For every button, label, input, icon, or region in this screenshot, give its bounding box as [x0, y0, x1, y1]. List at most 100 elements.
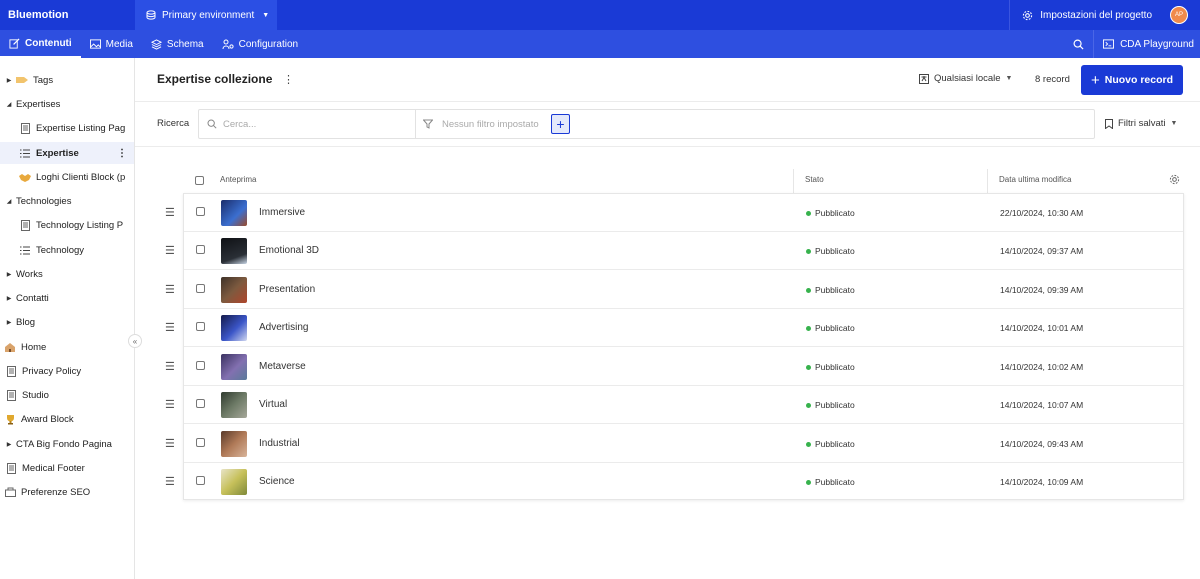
new-record-label: Nuovo record	[1104, 74, 1174, 86]
filter-input[interactable]: Nessun filtro impostato	[442, 119, 539, 130]
preview-thumbnail	[221, 200, 247, 226]
drag-handle-icon[interactable]: ☰	[165, 437, 175, 450]
sidebar-item-works[interactable]: ▶ Works	[0, 263, 134, 285]
status-badge: Pubblicato	[806, 400, 855, 410]
translate-icon	[919, 73, 929, 84]
image-icon	[89, 39, 101, 49]
select-all-checkbox[interactable]	[195, 176, 204, 185]
tab-schema[interactable]: Schema	[142, 30, 213, 58]
table-row[interactable]: ☰ Science Pubblicato 14/10/2024, 10:09 A…	[165, 463, 1183, 501]
modified-date: 14/10/2024, 10:01 AM	[1000, 323, 1084, 333]
sidebar-item-medical-footer[interactable]: Medical Footer	[0, 457, 134, 479]
sidebar-item-label: Award Block	[21, 413, 74, 425]
drag-handle-icon[interactable]: ☰	[165, 206, 175, 219]
table-row[interactable]: ☰ Virtual Pubblicato 14/10/2024, 10:07 A…	[165, 386, 1183, 424]
sidebar-item-studio[interactable]: Studio	[0, 384, 134, 406]
sidebar-item-technology[interactable]: Technology	[0, 239, 134, 261]
row-checkbox[interactable]	[196, 361, 205, 370]
drag-handle-icon[interactable]: ☰	[165, 244, 175, 257]
avatar[interactable]: AP	[1170, 6, 1188, 24]
preview-thumbnail	[221, 469, 247, 495]
drag-handle-icon[interactable]: ☰	[165, 283, 175, 296]
filter-bar: Ricerca Cerca... Nessun filtro impostato…	[135, 102, 1200, 147]
row-checkbox[interactable]	[196, 245, 205, 254]
gear-icon[interactable]	[1169, 174, 1180, 185]
search-input[interactable]: Cerca...	[223, 119, 256, 130]
more-options-icon[interactable]: ⋮	[283, 73, 294, 86]
sidebar-item-cta-big-fondo[interactable]: ▶ CTA Big Fondo Pagina	[0, 433, 134, 455]
saved-filters-button[interactable]: Filtri salvati ▼	[1105, 118, 1177, 129]
expand-arrow-icon[interactable]: ▶	[5, 319, 13, 326]
column-header-modified[interactable]: Data ultima modifica	[999, 175, 1071, 184]
tab-configuration[interactable]: Configuration	[213, 30, 307, 58]
tab-media[interactable]: Media	[81, 30, 142, 58]
column-header-status[interactable]: Stato	[805, 175, 824, 184]
table-row[interactable]: ☰ Presentation Pubblicato 14/10/2024, 09…	[165, 271, 1183, 309]
table-row[interactable]: ☰ Advertising Pubblicato 14/10/2024, 10:…	[165, 309, 1183, 347]
tab-label: Schema	[166, 38, 204, 50]
row-checkbox[interactable]	[196, 438, 205, 447]
status-badge: Pubblicato	[806, 208, 855, 218]
sidebar-item-home[interactable]: Home	[0, 336, 134, 358]
sidebar-item-tags[interactable]: ▶ Tags	[0, 69, 134, 91]
global-search-button[interactable]	[1063, 30, 1093, 58]
row-checkbox[interactable]	[196, 207, 205, 216]
table-row[interactable]: ☰ Metaverse Pubblicato 14/10/2024, 10:02…	[165, 348, 1183, 386]
brand-name[interactable]: Bluemotion	[0, 9, 135, 21]
sidebar-item-label: Technologies	[16, 195, 72, 207]
expand-arrow-icon[interactable]: ▶	[5, 271, 13, 278]
sidebar-item-expertises[interactable]: ◢ Expertises	[0, 93, 134, 115]
status-dot-icon	[806, 402, 811, 408]
sidebar-item-preferenze-seo[interactable]: Preferenze SEO	[0, 481, 134, 503]
plus-icon: +	[1090, 71, 1100, 89]
sidebar-item-technology-listing[interactable]: Technology Listing P	[0, 214, 134, 236]
table-row[interactable]: ☰ Industrial Pubblicato 14/10/2024, 09:4…	[165, 425, 1183, 463]
cda-playground-label: CDA Playground	[1120, 38, 1194, 50]
drag-handle-icon[interactable]: ☰	[165, 321, 175, 334]
project-settings-button[interactable]: Impostazioni del progetto	[1009, 0, 1164, 30]
more-options-icon[interactable]: ⋮	[117, 148, 127, 159]
row-checkbox[interactable]	[196, 476, 205, 485]
expand-arrow-icon[interactable]: ▶	[5, 441, 13, 448]
collapse-arrow-icon[interactable]: ◢	[5, 101, 13, 108]
status-badge: Pubblicato	[806, 477, 855, 487]
sidebar-item-expertise-listing[interactable]: Expertise Listing Pag	[0, 117, 134, 139]
collection-header: Expertise collezione ⋮ Qualsiasi locale …	[135, 58, 1200, 102]
sidebar-item-expertise[interactable]: Expertise ⋮	[0, 142, 134, 164]
add-filter-button[interactable]: +	[551, 114, 570, 134]
locale-selector[interactable]: Qualsiasi locale ▼	[919, 73, 1012, 84]
collapse-arrow-icon[interactable]: ◢	[5, 198, 13, 205]
expand-arrow-icon[interactable]: ▶	[5, 295, 13, 302]
new-record-button[interactable]: + Nuovo record	[1081, 65, 1183, 95]
project-settings-label: Impostazioni del progetto	[1040, 9, 1152, 21]
tab-contenuti[interactable]: Contenuti	[0, 30, 81, 58]
environment-selector[interactable]: Primary environment ▼	[135, 0, 277, 30]
sidebar-item-technologies[interactable]: ◢ Technologies	[0, 190, 134, 212]
modified-date: 14/10/2024, 10:02 AM	[1000, 362, 1084, 372]
row-checkbox[interactable]	[196, 322, 205, 331]
drag-handle-icon[interactable]: ☰	[165, 398, 175, 411]
seo-icon	[4, 486, 16, 498]
table-row[interactable]: ☰ Immersive Pubblicato 22/10/2024, 10:30…	[165, 194, 1183, 232]
drag-handle-icon[interactable]: ☰	[165, 360, 175, 373]
page-title: Expertise collezione	[157, 72, 273, 86]
plus-icon: +	[556, 116, 565, 132]
search-icon	[207, 119, 217, 129]
cda-playground-button[interactable]: CDA Playground	[1093, 30, 1200, 58]
sidebar-item-contatti[interactable]: ▶ Contatti	[0, 287, 134, 309]
sidebar-item-privacy-policy[interactable]: Privacy Policy	[0, 360, 134, 382]
drag-handle-icon[interactable]: ☰	[165, 475, 175, 488]
record-name: Virtual	[259, 399, 288, 410]
row-checkbox[interactable]	[196, 399, 205, 408]
divider	[415, 110, 416, 138]
sidebar-item-award-block[interactable]: Award Block	[0, 408, 134, 430]
expand-arrow-icon[interactable]: ▶	[5, 77, 13, 84]
tag-icon	[16, 74, 28, 86]
column-header-preview[interactable]: Anteprima	[220, 175, 256, 184]
row-checkbox[interactable]	[196, 284, 205, 293]
sidebar-item-blog[interactable]: ▶ Blog	[0, 311, 134, 333]
sidebar-item-label: CTA Big Fondo Pagina	[16, 438, 112, 450]
sidebar-item-loghi-clienti[interactable]: Loghi Clienti Block (p	[0, 166, 134, 188]
sidebar-item-label: Expertise Listing Pag	[36, 122, 126, 134]
table-row[interactable]: ☰ Emotional 3D Pubblicato 14/10/2024, 09…	[165, 232, 1183, 270]
